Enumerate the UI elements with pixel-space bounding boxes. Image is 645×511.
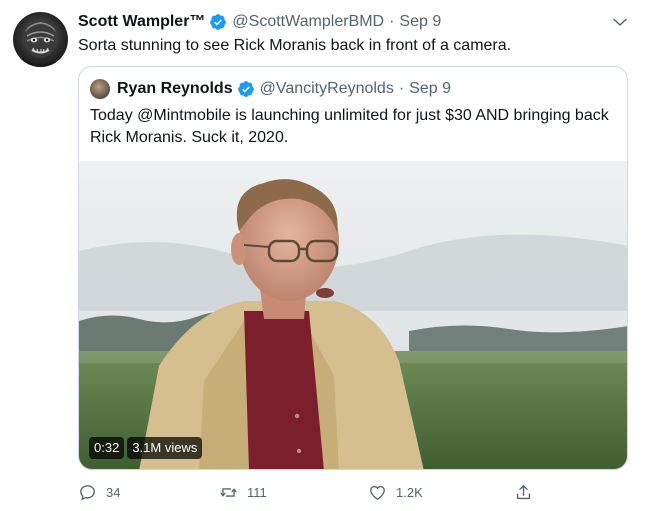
video-views: 3.1M views	[127, 437, 203, 459]
quoted-tweet-header: Ryan Reynolds @VancityReynolds · Sep 9	[90, 79, 451, 99]
tweet-text: Sorta stunning to see Rick Moranis back …	[78, 37, 512, 54]
retweet-icon	[220, 487, 237, 497]
quoted-author-name: Ryan Reynolds	[117, 80, 233, 97]
author-avatar[interactable]	[13, 12, 68, 67]
share-icon	[516, 484, 531, 499]
video-duration: 0:32	[89, 437, 125, 459]
video-thumbnail	[79, 161, 627, 469]
chevron-down-icon[interactable]	[611, 13, 629, 31]
separator-dot: ·	[398, 80, 405, 97]
reply-icon	[80, 484, 95, 500]
verified-badge-icon	[210, 14, 227, 30]
tweet-date[interactable]: Sep 9	[399, 13, 441, 31]
tweet[interactable]: Scott Wampler™ @ScottWamplerBMD · Sep 9 …	[0, 0, 645, 511]
quoted-tweet-text: Today @Mintmobile is launching unlimited…	[90, 107, 609, 146]
retweet-button[interactable]: 111	[219, 481, 267, 503]
author-name[interactable]: Scott Wampler™	[78, 13, 205, 31]
heart-icon	[370, 485, 385, 500]
like-button[interactable]: 1.2K	[368, 481, 423, 503]
quoted-author-handle: @VancityReynolds	[259, 80, 394, 97]
creature-avatar-icon	[19, 20, 62, 67]
video-overlay-badges: 0:32 3.1M views	[89, 437, 203, 459]
verified-badge-icon	[237, 81, 254, 97]
tweet-actions: 34 111 1.2K	[78, 481, 558, 503]
quoted-tweet-date: Sep 9	[409, 80, 451, 97]
tweet-header: Scott Wampler™ @ScottWamplerBMD · Sep 9	[78, 12, 441, 32]
retweet-count: 111	[247, 484, 267, 500]
quoted-author-avatar	[90, 79, 110, 99]
like-count: 1.2K	[396, 484, 423, 500]
video-player[interactable]: 0:32 3.1M views	[79, 161, 627, 469]
reply-button[interactable]: 34	[78, 481, 120, 503]
share-button[interactable]	[514, 481, 542, 503]
author-handle[interactable]: @ScottWamplerBMD	[232, 13, 384, 31]
quoted-tweet[interactable]: Ryan Reynolds @VancityReynolds · Sep 9 T…	[78, 66, 628, 470]
separator-dot: ·	[389, 13, 395, 30]
reply-count: 34	[106, 484, 121, 500]
